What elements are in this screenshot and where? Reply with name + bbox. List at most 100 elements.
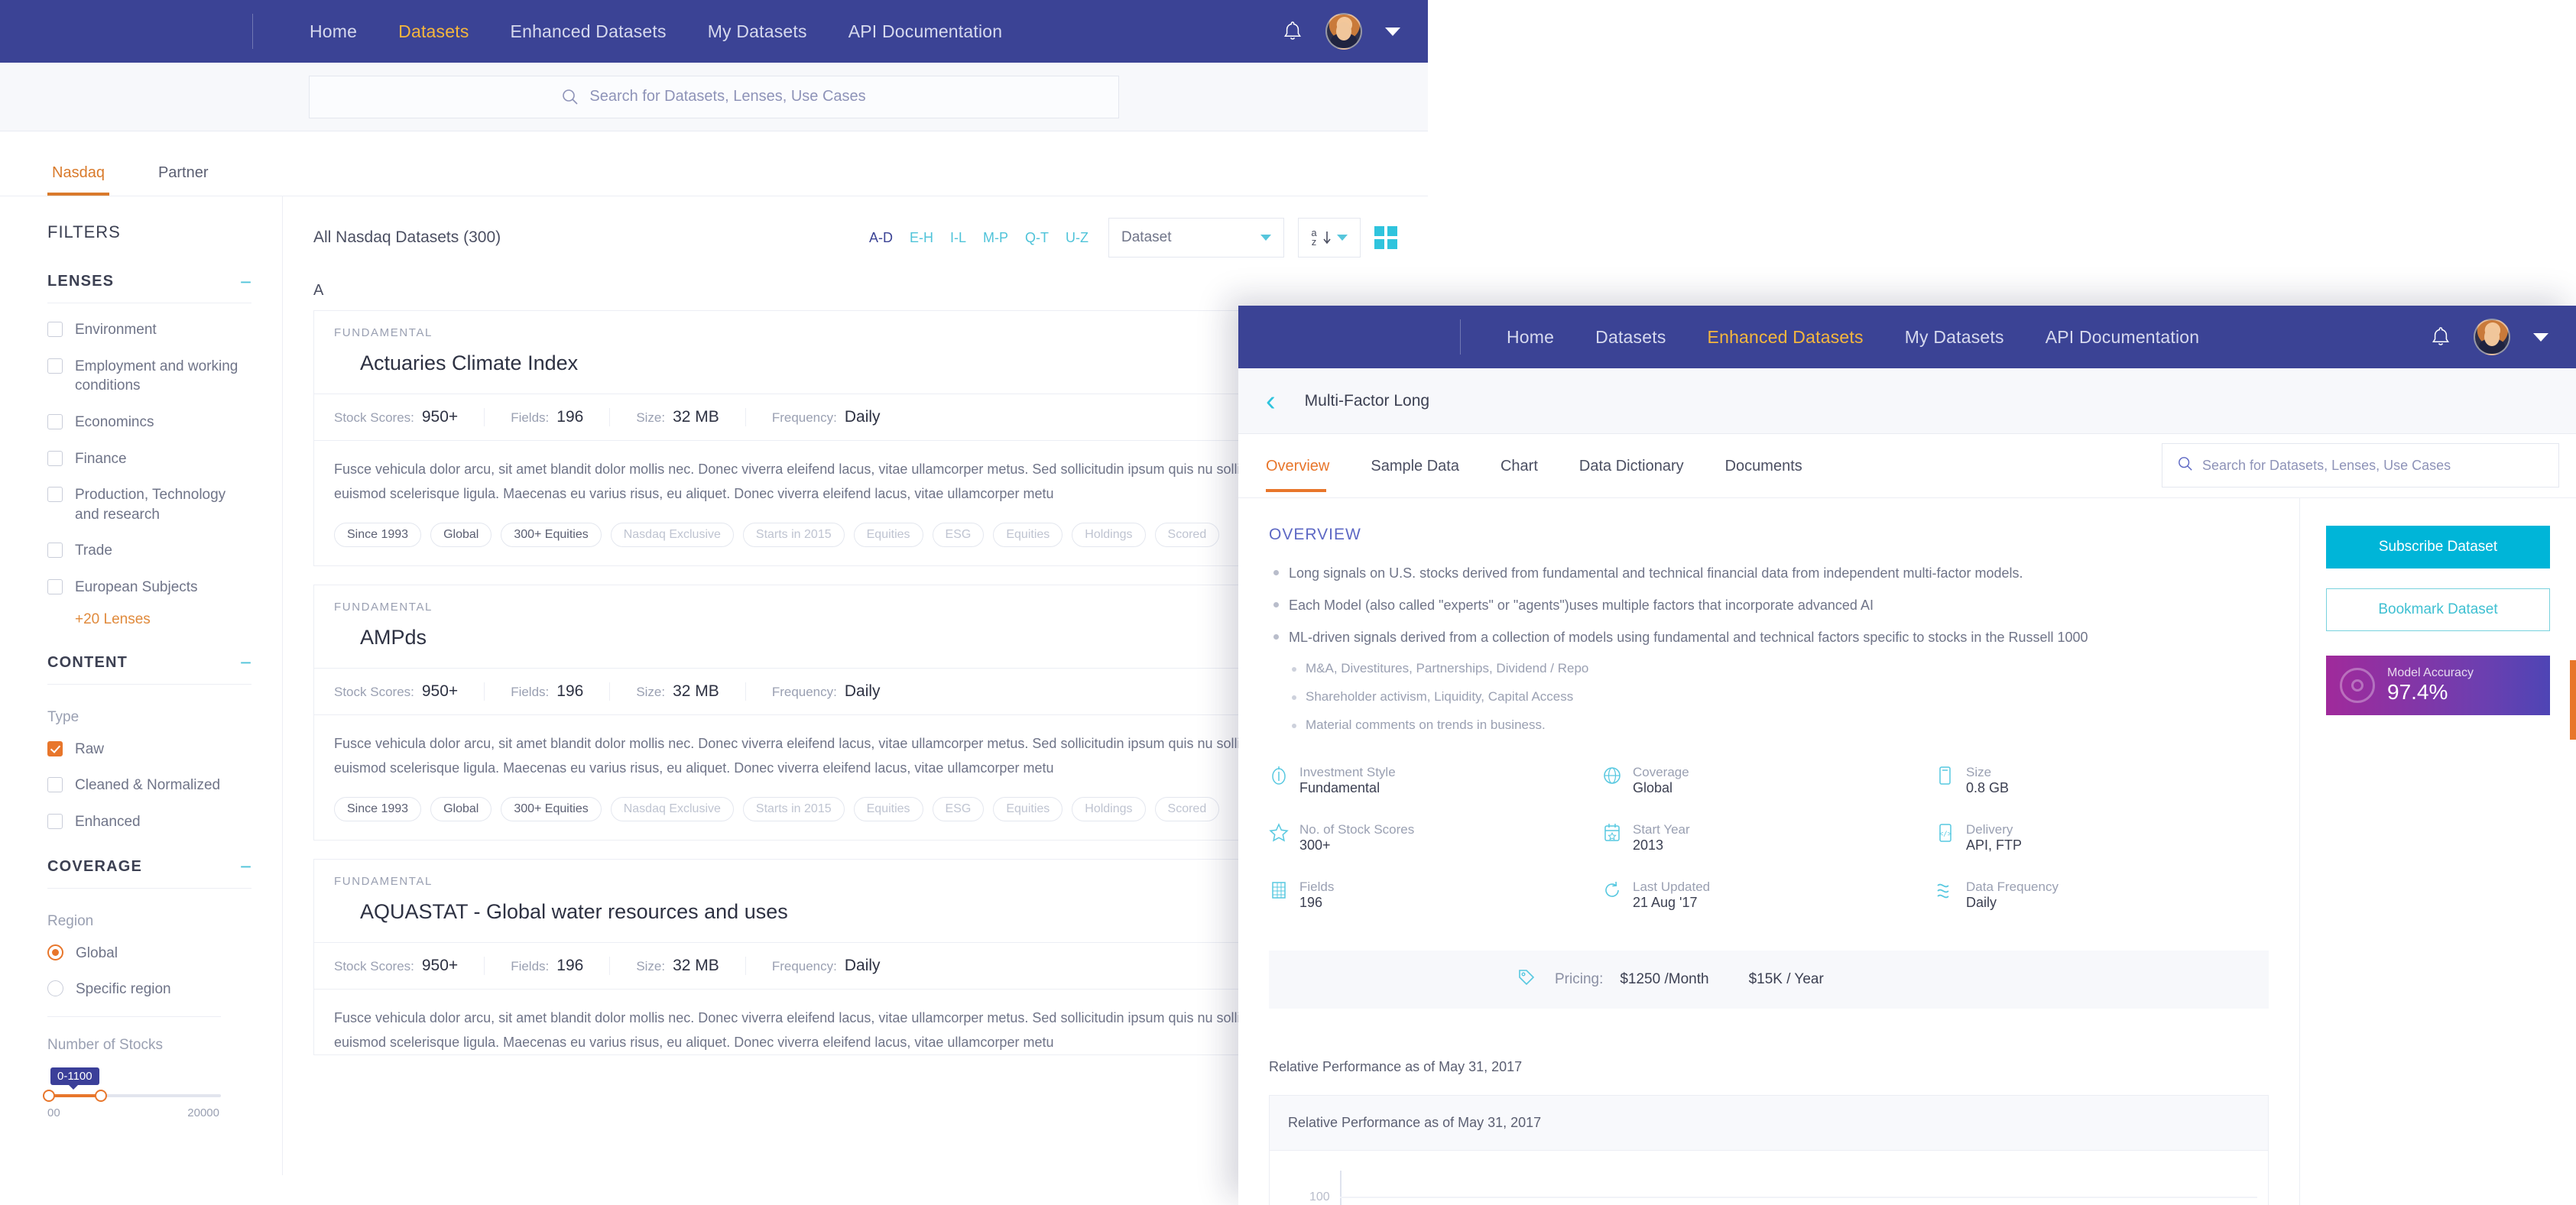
tag[interactable]: ESG: [932, 797, 985, 821]
subtab-nasdaq[interactable]: Nasdaq: [47, 164, 109, 196]
tag[interactable]: Scored: [1154, 797, 1220, 821]
filter-item-trade[interactable]: Trade: [47, 541, 251, 561]
lenses-header[interactable]: LENSES −: [47, 272, 251, 303]
filter-item-raw[interactable]: Raw: [47, 740, 251, 760]
tab-sample-data[interactable]: Sample Data: [1371, 439, 1459, 492]
dataset-card[interactable]: FUNDAMENTAL Last U AQUASTAT - Global wat…: [313, 859, 1397, 1055]
tab-documents[interactable]: Documents: [1725, 439, 1802, 492]
card-title[interactable]: Actuaries Climate Index: [334, 351, 1377, 375]
tag[interactable]: Since 1993: [334, 797, 422, 821]
more-lenses-link[interactable]: +20 Lenses: [75, 611, 251, 628]
coverage-header[interactable]: COVERAGE −: [47, 857, 251, 888]
chevron-down-icon[interactable]: [1385, 27, 1400, 36]
dataset-card[interactable]: FUNDAMENTAL Last U AMPds Stock Scores: 95…: [313, 585, 1397, 841]
checkbox-icon[interactable]: [47, 358, 63, 374]
collapse-icon[interactable]: −: [240, 653, 251, 672]
nav-link-api-documentation[interactable]: API Documentation: [848, 21, 1003, 42]
nav-link-home[interactable]: Home: [310, 21, 357, 42]
tag[interactable]: Equities: [853, 797, 923, 821]
number-of-stocks-slider[interactable]: Number of Stocks 0-1100 00 20000: [43, 1037, 251, 1119]
subtab-partner[interactable]: Partner: [154, 164, 213, 196]
card-title[interactable]: AMPds: [334, 626, 1377, 649]
tag[interactable]: Equities: [993, 797, 1063, 821]
radio-icon[interactable]: [47, 944, 63, 960]
tag[interactable]: Nasdaq Exclusive: [610, 797, 734, 821]
tag[interactable]: Equities: [853, 523, 923, 547]
checkbox-icon[interactable]: [47, 487, 63, 503]
detail-search-input[interactable]: Search for Datasets, Lenses, Use Cases: [2162, 443, 2559, 488]
radio-item-specific-region[interactable]: Specific region: [47, 980, 251, 999]
search-input[interactable]: Search for Datasets, Lenses, Use Cases: [309, 75, 1119, 118]
nav-link-my-datasets[interactable]: My Datasets: [708, 21, 807, 42]
alpha-e-h[interactable]: E-H: [910, 230, 933, 246]
filter-item-enhanced[interactable]: Enhanced: [47, 812, 251, 832]
tag[interactable]: Nasdaq Exclusive: [610, 523, 734, 547]
tab-data-dictionary[interactable]: Data Dictionary: [1579, 439, 1684, 492]
alpha-u-z[interactable]: U-Z: [1066, 230, 1088, 246]
sort-button[interactable]: az: [1298, 218, 1361, 258]
tag[interactable]: Holdings: [1072, 797, 1146, 821]
checkbox-icon[interactable]: [47, 777, 63, 793]
subscribe-dataset-button[interactable]: Subscribe Dataset: [2326, 526, 2550, 568]
card-title[interactable]: AQUASTAT - Global water resources and us…: [334, 900, 1377, 924]
bell-icon[interactable]: [2431, 326, 2451, 348]
filter-item-finance[interactable]: Finance: [47, 449, 251, 469]
grid-view-icon[interactable]: [1374, 226, 1397, 249]
tag[interactable]: 300+ Equities: [501, 523, 602, 547]
avatar[interactable]: [2474, 319, 2510, 355]
slider-knob-min[interactable]: [43, 1089, 55, 1102]
tag[interactable]: Scored: [1154, 523, 1220, 547]
checkbox-icon[interactable]: [47, 322, 63, 337]
checkbox-icon[interactable]: [47, 579, 63, 595]
checkbox-icon[interactable]: [47, 814, 63, 830]
tag[interactable]: Global: [430, 523, 492, 547]
tab-overview[interactable]: Overview: [1266, 439, 1329, 492]
alpha-a-d[interactable]: A-D: [869, 230, 893, 246]
nav-link-datasets[interactable]: Datasets: [1595, 327, 1666, 348]
tag[interactable]: Equities: [993, 523, 1063, 547]
filter-item-environment[interactable]: Environment: [47, 320, 251, 340]
alpha-q-t[interactable]: Q-T: [1025, 230, 1049, 246]
filter-item-employment[interactable]: Employment and working conditions: [47, 357, 251, 396]
alpha-m-p[interactable]: M-P: [983, 230, 1008, 246]
nav-link-home[interactable]: Home: [1507, 327, 1554, 348]
nav-link-my-datasets[interactable]: My Datasets: [1905, 327, 2004, 348]
nav-link-datasets[interactable]: Datasets: [398, 21, 469, 42]
bookmark-dataset-button[interactable]: Bookmark Dataset: [2326, 588, 2550, 631]
dataset-select[interactable]: Dataset: [1108, 218, 1284, 258]
filter-label: Enhanced: [75, 814, 141, 831]
dataset-card[interactable]: FUNDAMENTAL Last U Actuaries Climate Ind…: [313, 310, 1397, 566]
alpha-i-l[interactable]: I-L: [950, 230, 966, 246]
feedback-tab[interactable]: Feedback: [2570, 660, 2576, 740]
nav-link-api-documentation[interactable]: API Documentation: [2046, 327, 2200, 348]
checkbox-icon[interactable]: [47, 740, 63, 756]
radio-icon[interactable]: [47, 980, 63, 997]
tag[interactable]: 300+ Equities: [501, 797, 602, 821]
chevron-down-icon[interactable]: [2533, 332, 2548, 342]
nav-link-enhanced-datasets[interactable]: Enhanced Datasets: [511, 21, 667, 42]
nav-link-enhanced-datasets[interactable]: Enhanced Datasets: [1708, 327, 1864, 348]
collapse-icon[interactable]: −: [240, 272, 251, 292]
tab-chart[interactable]: Chart: [1501, 439, 1538, 492]
tag[interactable]: Holdings: [1072, 523, 1146, 547]
tag[interactable]: Since 1993: [334, 523, 422, 547]
checkbox-icon[interactable]: [47, 450, 63, 466]
filter-item-cleaned-normalized[interactable]: Cleaned & Normalized: [47, 776, 251, 795]
bell-icon[interactable]: [1283, 20, 1303, 43]
tag[interactable]: ESG: [932, 523, 985, 547]
content-header[interactable]: CONTENT −: [47, 653, 251, 684]
collapse-icon[interactable]: −: [240, 857, 251, 876]
filter-item-production[interactable]: Production, Technology and research: [47, 485, 251, 524]
checkbox-icon[interactable]: [47, 543, 63, 559]
tag[interactable]: Global: [430, 797, 492, 821]
radio-item-global[interactable]: Global: [47, 944, 251, 964]
filter-item-economincs[interactable]: Economincs: [47, 413, 251, 432]
filter-item-european-subjects[interactable]: European Subjects: [47, 578, 251, 598]
slider-track[interactable]: [43, 1089, 221, 1102]
tag[interactable]: Starts in 2015: [742, 523, 845, 547]
chevron-left-icon[interactable]: ‹: [1266, 387, 1276, 416]
tag[interactable]: Starts in 2015: [742, 797, 845, 821]
slider-knob-max[interactable]: [95, 1089, 107, 1102]
avatar[interactable]: [1325, 13, 1362, 50]
checkbox-icon[interactable]: [47, 413, 63, 429]
